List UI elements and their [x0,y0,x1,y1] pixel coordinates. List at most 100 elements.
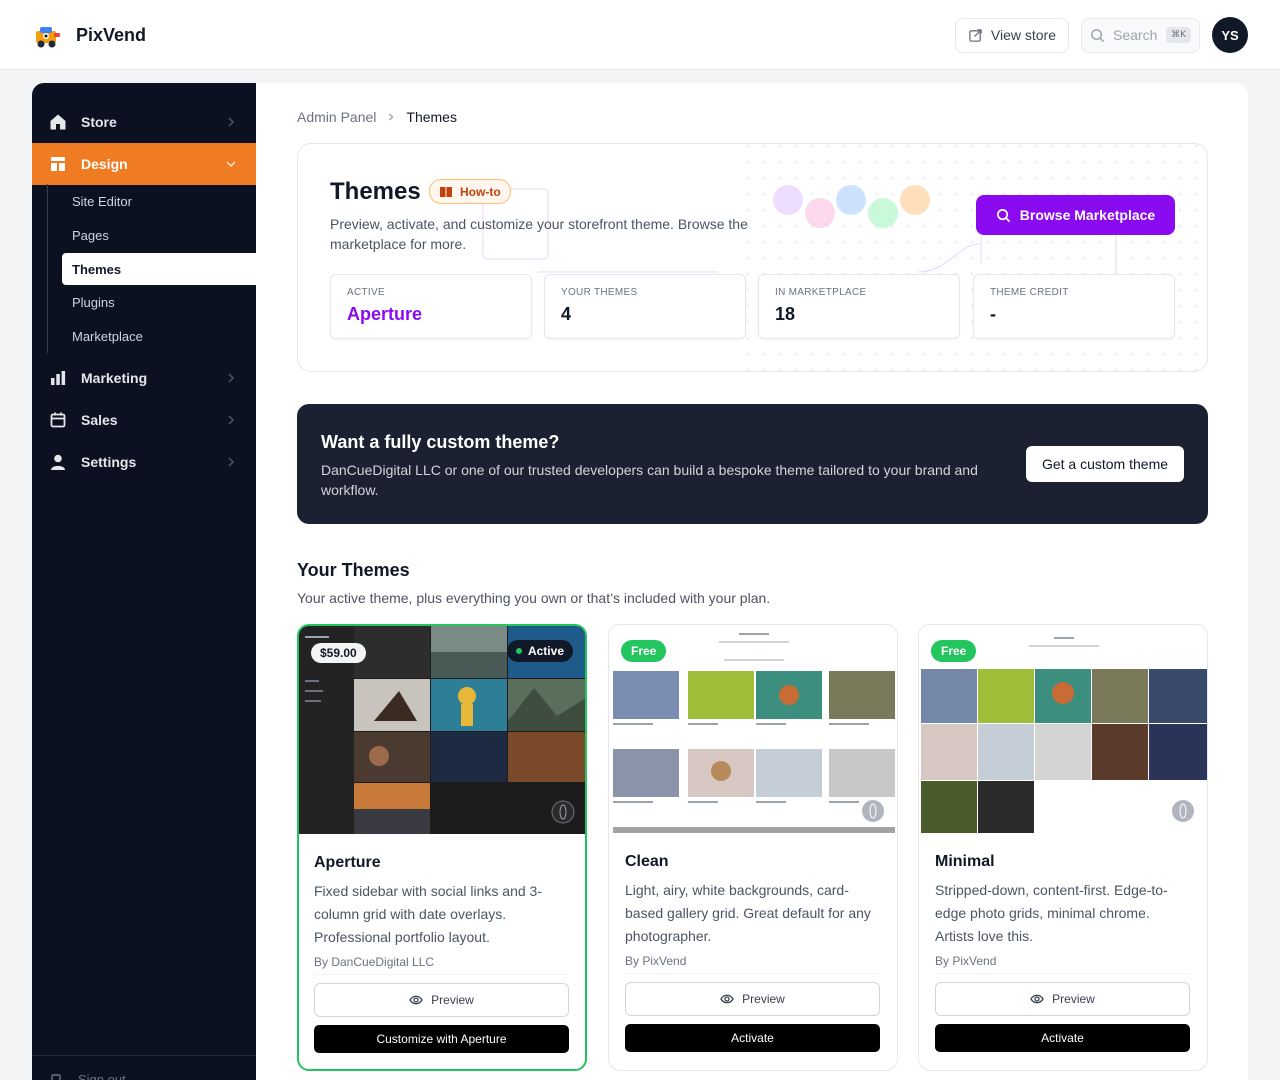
sidebar-item-label: Settings [81,454,137,470]
search-placeholder: Search [1113,27,1158,43]
theme-card-aperture: $59.00 Active Aperture Fixed sidebar wit… [297,624,587,1071]
browse-marketplace-button[interactable]: Browse Marketplace [976,195,1175,235]
subnav-item-themes[interactable]: Themes [62,253,257,285]
stat-value: - [990,304,996,324]
stat-label: ACTIVE [347,287,385,298]
theme-thumbnail[interactable]: Free [609,625,897,833]
sidebar-item-label: Marketing [81,370,148,386]
theme-author: By PixVend [935,954,1190,974]
banner-text: DanCueDigital LLC or one of our trusted … [321,462,978,498]
theme-card-minimal: Free Minimal Stripped-down, content-firs… [918,624,1208,1071]
search-icon [996,208,1010,222]
stat-label: YOUR THEMES [561,287,638,298]
theme-thumbnail[interactable]: $59.00 Active [299,626,585,834]
preview-label: Preview [431,993,474,1007]
active-dot-icon [515,648,522,654]
price-badge: $59.00 [311,643,366,663]
eye-icon [1030,994,1044,1004]
theme-name: Aperture [314,854,381,871]
theme-name: Minimal [935,853,995,870]
activate-button[interactable]: Activate [935,1024,1190,1052]
chevron-down-icon [226,161,236,168]
subnav-item-plugins[interactable]: Plugins [62,286,257,318]
signout-icon [51,1073,61,1080]
theme-author: By PixVend [625,954,880,974]
breadcrumb-current: Themes [406,109,457,125]
stat-label: IN MARKETPLACE [775,287,867,298]
layout-icon [51,157,65,171]
chevron-right-icon [228,373,235,383]
price-badge: Free [621,640,667,662]
user-icon [51,454,65,470]
subnav-item-marketplace[interactable]: Marketplace [62,320,257,352]
status-badge-label: Active [527,644,564,658]
search-icon [1091,28,1105,42]
preview-button[interactable]: Preview [314,983,569,1017]
preview-button[interactable]: Preview [935,982,1190,1016]
howto-label: How-to [460,184,501,199]
chevron-right-icon [228,415,235,425]
customize-button[interactable]: Customize with Aperture [314,1025,569,1053]
signout-button[interactable]: Sign out [50,1072,126,1080]
view-store-button[interactable]: View store [954,17,1069,53]
sidebar-item-label: Design [81,156,128,172]
section-title: Your Themes [297,560,410,580]
avatar[interactable]: YS [1212,17,1248,53]
sidebar-item-sales[interactable]: Sales [32,399,256,441]
brand-logo-icon [36,27,60,48]
stat-theme-credit: THEME CREDIT - [973,274,1175,339]
hero-description: Preview, activate, and customize your st… [330,216,748,252]
eye-icon [720,994,734,1004]
theme-description: Light, airy, white backgrounds, card-bas… [625,882,871,944]
subnav-item-pages[interactable]: Pages [62,219,257,251]
search-shortcut: ⌘K [1166,27,1191,43]
stat-value: 4 [561,304,572,324]
stat-label: THEME CREDIT [990,287,1069,298]
preview-label: Preview [742,992,785,1006]
top-bar: PixVend View store Search ⌘K YS [0,0,1280,70]
preview-label: Preview [1052,992,1095,1006]
book-icon [440,186,452,197]
browse-marketplace-label: Browse Marketplace [1019,207,1156,223]
sidebar-item-design[interactable]: Design [32,143,264,185]
search-input[interactable]: Search ⌘K [1081,17,1200,53]
stat-value: 18 [775,304,796,324]
brand[interactable]: PixVend [32,20,146,50]
sidebar-footer: Sign out [32,1055,256,1080]
chevron-right-icon [389,113,394,121]
view-store-label: View store [990,27,1056,43]
theme-description: Stripped-down, content-first. Edge-to-ed… [935,882,1168,944]
get-custom-theme-button[interactable]: Get a custom theme [1026,446,1184,482]
theme-card-clean: Free Clean Light, airy, white background… [608,624,898,1071]
home-icon [50,114,66,130]
stat-your-themes: YOUR THEMES 4 [544,274,746,339]
banner-title: Want a fully custom theme? [321,432,560,452]
bar-chart-icon [51,371,66,385]
calendar-icon [50,412,66,428]
sidebar: Store Design Site Editor Pages Themes Pl… [32,83,264,1080]
preview-button[interactable]: Preview [625,982,880,1016]
sidebar-item-marketing[interactable]: Marketing [32,357,256,399]
price-badge: Free [931,640,977,662]
themes-hero: Themes How-to Preview, activate, and cus… [297,143,1208,372]
subnav-item-site-editor[interactable]: Site Editor [62,185,257,217]
theme-thumbnail[interactable]: Free [919,625,1207,833]
main-content: Admin Panel Themes Themes How-to Preview… [256,83,1248,1080]
sidebar-item-store[interactable]: Store [32,101,256,143]
chevron-right-icon [228,117,235,127]
stat-in-marketplace: IN MARKETPLACE 18 [758,274,960,339]
breadcrumb-parent[interactable]: Admin Panel [297,109,376,125]
brand-name: PixVend [76,24,147,45]
activate-button[interactable]: Activate [625,1024,880,1052]
howto-button[interactable]: How-to [429,179,511,204]
chevron-right-icon [228,457,235,467]
design-subnav: Site Editor Pages Themes Plugins Marketp… [47,184,257,353]
stat-value: Aperture [347,304,423,324]
theme-description: Fixed sidebar with social links and 3-co… [314,883,542,945]
sidebar-item-label: Store [81,114,117,130]
signout-label: Sign out [78,1072,126,1080]
external-edit-icon [969,28,982,42]
status-badge: Active [506,640,573,662]
custom-theme-banner: Want a fully custom theme? DanCueDigital… [297,404,1208,524]
sidebar-item-settings[interactable]: Settings [32,441,256,483]
